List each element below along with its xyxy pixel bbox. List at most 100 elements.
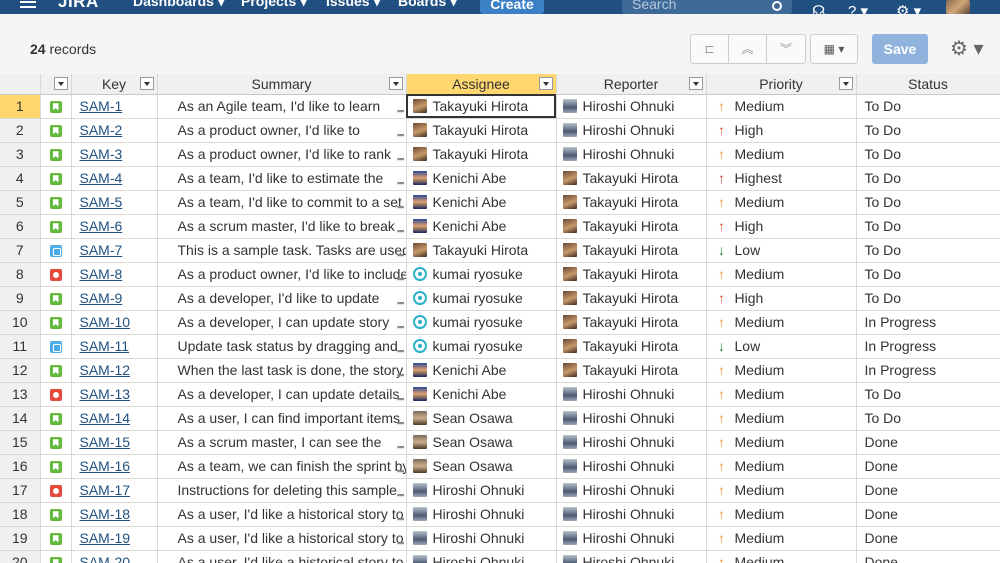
status-cell[interactable]: To Do bbox=[856, 214, 1000, 239]
priority-cell[interactable]: ↑ Medium bbox=[706, 550, 857, 563]
assignee-cell[interactable]: Hiroshi Ohnuki bbox=[406, 550, 557, 563]
help-icon[interactable]: ? ▾ bbox=[848, 2, 868, 14]
assignee-cell[interactable]: kumai ryosuke bbox=[406, 310, 557, 335]
table-row[interactable]: 11 SAM-11 Update task status by dragging a… bbox=[0, 334, 1000, 359]
summary-cell[interactable]: As a team, we can finish the sprint by ▪▪… bbox=[157, 454, 407, 479]
summary-cell[interactable]: As a user, I'd like a historical story t… bbox=[157, 526, 407, 551]
chevron-down-icon[interactable] bbox=[388, 77, 403, 90]
status-cell[interactable]: Done bbox=[856, 454, 1000, 479]
issue-key-link[interactable]: SAM-13 bbox=[71, 382, 158, 407]
status-cell[interactable]: Done bbox=[856, 526, 1000, 551]
assignee-cell[interactable]: kumai ryosuke bbox=[406, 262, 557, 287]
table-row[interactable]: 5 SAM-5 As a team, I'd like to commit to a… bbox=[0, 190, 1000, 215]
reporter-cell[interactable]: Hiroshi Ohnuki bbox=[556, 406, 707, 431]
status-cell[interactable]: To Do bbox=[856, 166, 1000, 191]
table-row[interactable]: 9 SAM-9 As a developer, I'd like to update… bbox=[0, 286, 1000, 311]
table-row[interactable]: 14 SAM-14 As a user, I can find important … bbox=[0, 406, 1000, 431]
table-row[interactable]: 19 SAM-19 As a user, I'd like a historical… bbox=[0, 526, 1000, 551]
summary-cell[interactable]: As a product owner, I'd like to rank ▪▪▪ bbox=[157, 142, 407, 167]
priority-cell[interactable]: ↑ High bbox=[706, 286, 857, 311]
issue-key-link[interactable]: SAM-15 bbox=[71, 430, 158, 455]
assignee-cell[interactable]: Sean Osawa bbox=[406, 430, 557, 455]
status-cell[interactable]: In Progress bbox=[856, 310, 1000, 335]
status-cell[interactable]: To Do bbox=[856, 286, 1000, 311]
settings-gear-icon[interactable]: ⚙ ▾ bbox=[950, 36, 984, 61]
reporter-cell[interactable]: Hiroshi Ohnuki bbox=[556, 94, 707, 119]
chevron-down-icon[interactable] bbox=[688, 77, 703, 90]
reporter-cell[interactable]: Hiroshi Ohnuki bbox=[556, 502, 707, 527]
column-header-priority[interactable]: Priority bbox=[706, 74, 857, 95]
summary-cell[interactable]: Instructions for deleting this sample ▪▪▪ bbox=[157, 478, 407, 503]
reporter-cell[interactable]: Takayuki Hirota bbox=[556, 358, 707, 383]
issue-key-link[interactable]: SAM-5 bbox=[71, 190, 158, 215]
summary-cell[interactable]: When the last task is done, the story ▪▪▪ bbox=[157, 358, 407, 383]
reporter-cell[interactable]: Takayuki Hirota bbox=[556, 262, 707, 287]
table-row[interactable]: 13 SAM-13 As a developer, I can update det… bbox=[0, 382, 1000, 407]
priority-cell[interactable]: ↑ High bbox=[706, 214, 857, 239]
reporter-cell[interactable]: Takayuki Hirota bbox=[556, 166, 707, 191]
assignee-cell[interactable]: Hiroshi Ohnuki bbox=[406, 526, 557, 551]
summary-cell[interactable]: As a team, I'd like to commit to a set ▪▪… bbox=[157, 190, 407, 215]
summary-cell[interactable]: As a scrum master, I'd like to break ▪▪▪ bbox=[157, 214, 407, 239]
summary-cell[interactable]: As an Agile team, I'd like to learn ▪▪▪ bbox=[157, 94, 407, 119]
status-cell[interactable]: To Do bbox=[856, 406, 1000, 431]
hierarchy-icon[interactable]: ⊏ bbox=[691, 35, 729, 63]
column-header-type[interactable] bbox=[40, 74, 72, 95]
issue-key-link[interactable]: SAM-2 bbox=[71, 118, 158, 143]
priority-cell[interactable]: ↑ Medium bbox=[706, 430, 857, 455]
issue-key-link[interactable]: SAM-1 bbox=[71, 94, 158, 119]
priority-cell[interactable]: ↑ Medium bbox=[706, 478, 857, 503]
issue-key-link[interactable]: SAM-3 bbox=[71, 142, 158, 167]
reporter-cell[interactable]: Hiroshi Ohnuki bbox=[556, 454, 707, 479]
chevron-down-icon[interactable] bbox=[838, 77, 853, 90]
reporter-cell[interactable]: Hiroshi Ohnuki bbox=[556, 478, 707, 503]
assignee-cell[interactable]: Kenichi Abe bbox=[406, 166, 557, 191]
issue-key-link[interactable]: SAM-18 bbox=[71, 502, 158, 527]
nav-projects[interactable]: Projects ▾ bbox=[241, 0, 307, 10]
move-up-icon[interactable]: ︽ bbox=[729, 35, 767, 63]
reporter-cell[interactable]: Hiroshi Ohnuki bbox=[556, 142, 707, 167]
issue-key-link[interactable]: SAM-11 bbox=[71, 334, 158, 359]
column-header-summary[interactable]: Summary bbox=[157, 74, 407, 95]
issue-key-link[interactable]: SAM-10 bbox=[71, 310, 158, 335]
summary-cell[interactable]: This is a sample task. Tasks are used ▪▪▪ bbox=[157, 238, 407, 263]
table-row[interactable]: 1 SAM-1 As an Agile team, I'd like to lear… bbox=[0, 94, 1000, 119]
reporter-cell[interactable]: Hiroshi Ohnuki bbox=[556, 550, 707, 563]
summary-cell[interactable]: As a developer, I can update details ▪▪▪ bbox=[157, 382, 407, 407]
status-cell[interactable]: In Progress bbox=[856, 358, 1000, 383]
priority-cell[interactable]: ↑ Medium bbox=[706, 502, 857, 527]
priority-cell[interactable]: ↑ Medium bbox=[706, 310, 857, 335]
table-row[interactable]: 20 SAM-20 As a user, I'd like a historical… bbox=[0, 550, 1000, 563]
table-row[interactable]: 16 SAM-16 As a team, we can finish the spr… bbox=[0, 454, 1000, 479]
issue-key-link[interactable]: SAM-8 bbox=[71, 262, 158, 287]
table-row[interactable]: 3 SAM-3 As a product owner, I'd like to ra… bbox=[0, 142, 1000, 167]
summary-cell[interactable]: As a team, I'd like to estimate the ▪▪▪ bbox=[157, 166, 407, 191]
priority-cell[interactable]: ↑ Medium bbox=[706, 94, 857, 119]
nav-issues[interactable]: Issues ▾ bbox=[326, 0, 381, 10]
column-settings-button[interactable]: ▦ ▾ bbox=[810, 34, 858, 64]
assignee-cell[interactable]: Kenichi Abe bbox=[406, 382, 557, 407]
column-header-reporter[interactable]: Reporter bbox=[556, 74, 707, 95]
reporter-cell[interactable]: Hiroshi Ohnuki bbox=[556, 526, 707, 551]
summary-cell[interactable]: As a product owner, I'd like to ▪▪▪ bbox=[157, 118, 407, 143]
reporter-cell[interactable]: Hiroshi Ohnuki bbox=[556, 430, 707, 455]
assignee-cell[interactable]: Takayuki Hirota bbox=[406, 118, 557, 143]
issue-key-link[interactable]: SAM-4 bbox=[71, 166, 158, 191]
status-cell[interactable]: To Do bbox=[856, 238, 1000, 263]
status-cell[interactable]: To Do bbox=[856, 262, 1000, 287]
issue-key-link[interactable]: SAM-20 bbox=[71, 550, 158, 563]
assignee-cell[interactable]: Kenichi Abe bbox=[406, 358, 557, 383]
chevron-down-icon[interactable] bbox=[538, 77, 553, 90]
table-row[interactable]: 7 SAM-7 This is a sample task. Tasks are u… bbox=[0, 238, 1000, 263]
assignee-cell[interactable]: Kenichi Abe bbox=[406, 190, 557, 215]
issue-key-link[interactable]: SAM-12 bbox=[71, 358, 158, 383]
priority-cell[interactable]: ↑ Highest bbox=[706, 166, 857, 191]
reporter-cell[interactable]: Takayuki Hirota bbox=[556, 286, 707, 311]
menu-icon[interactable] bbox=[20, 0, 36, 10]
table-row[interactable]: 17 SAM-17 Instructions for deleting this s… bbox=[0, 478, 1000, 503]
table-row[interactable]: 15 SAM-15 As a scrum master, I can see the… bbox=[0, 430, 1000, 455]
assignee-cell[interactable]: Kenichi Abe bbox=[406, 214, 557, 239]
feedback-icon[interactable]: ☊ bbox=[812, 2, 825, 14]
reporter-cell[interactable]: Takayuki Hirota bbox=[556, 334, 707, 359]
issue-key-link[interactable]: SAM-14 bbox=[71, 406, 158, 431]
